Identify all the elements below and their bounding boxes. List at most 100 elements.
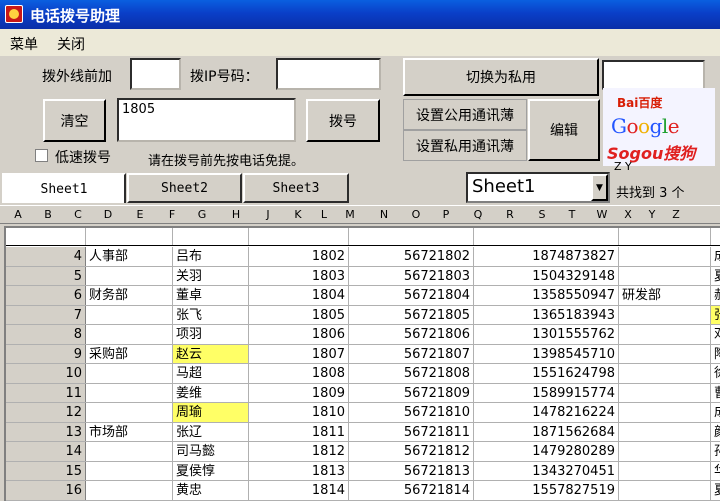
cell-name[interactable]: 项羽 [173, 325, 249, 344]
cell-ext[interactable]: 1808 [249, 364, 349, 383]
cell-mobile[interactable]: 1479280289 [474, 442, 619, 461]
number-input[interactable]: 1805 [117, 98, 296, 142]
set-private-phonebook-button[interactable]: 设置私用通讯薄 [403, 130, 527, 161]
cell-name[interactable]: 黄忠 [173, 481, 249, 500]
dial-button[interactable]: 拨号 [306, 99, 380, 142]
cell-dept2[interactable] [619, 403, 711, 422]
cell-dept2[interactable] [619, 266, 711, 285]
cell-extra[interactable]: 孙 [711, 442, 720, 461]
cell-ext[interactable]: 1807 [249, 344, 349, 363]
cell-tel[interactable]: 56721804 [349, 286, 474, 305]
cell-dept[interactable] [86, 403, 173, 422]
cell-tel[interactable]: 56721809 [349, 383, 474, 402]
switch-private-button[interactable]: 切换为私用 [403, 58, 599, 96]
ip-number-input[interactable] [276, 58, 381, 90]
cell-extra[interactable]: 夏 [711, 267, 720, 286]
cell-dept[interactable] [86, 325, 173, 344]
cell-dept[interactable] [86, 266, 173, 285]
cell-dept[interactable]: 财务部 [86, 286, 173, 305]
cell-dept[interactable] [86, 383, 173, 402]
cell-mobile[interactable]: 1398545710 [474, 344, 619, 363]
cell-ext[interactable]: 1805 [249, 305, 349, 324]
cell-mobile[interactable]: 1343270451 [474, 461, 619, 480]
cell-mobile[interactable]: 1871562684 [474, 422, 619, 441]
cell-name[interactable]: 马超 [173, 364, 249, 383]
table-row[interactable]: 16 黄忠1814567218141557827519 夏 [6, 481, 720, 501]
tab-sheet1[interactable]: Sheet1 [2, 173, 126, 203]
cell-tel[interactable]: 56721810 [349, 403, 474, 422]
contacts-grid[interactable]: 4人事部吕布1802567218021874873827成5关羽18035672… [4, 226, 720, 501]
cell-mobile[interactable]: 1504329148 [474, 266, 619, 285]
cell-ext[interactable]: 1809 [249, 383, 349, 402]
cell-tel[interactable]: 56721808 [349, 364, 474, 383]
cell-tel[interactable]: 56721813 [349, 461, 474, 480]
cell-tel[interactable]: 56721805 [349, 305, 474, 324]
tab-sheet2[interactable]: Sheet2 [127, 173, 242, 203]
cell-dept2[interactable] [619, 442, 711, 461]
cell-name[interactable]: 赵云 [173, 344, 249, 363]
cell-name[interactable]: 关羽 [173, 266, 249, 285]
clear-button[interactable]: 清空 [43, 99, 106, 142]
cell-ext[interactable]: 1813 [249, 461, 349, 480]
cell-name[interactable]: 张辽 [173, 422, 249, 441]
cell-tel[interactable]: 56721802 [349, 247, 474, 266]
cell-tel[interactable]: 56721803 [349, 266, 474, 285]
cell-mobile[interactable]: 1358550947 [474, 286, 619, 305]
dropdown-arrow-icon[interactable]: ▼ [591, 174, 608, 201]
slow-dial-checkbox[interactable] [35, 149, 48, 162]
cell-name[interactable]: 司马懿 [173, 442, 249, 461]
cell-mobile[interactable]: 1557827519 [474, 481, 619, 500]
cell-mobile[interactable]: 1301555762 [474, 325, 619, 344]
table-row[interactable]: 14 司马懿1812567218121479280289 孙 [6, 442, 720, 462]
table-row[interactable]: 8 项羽1806567218061301555762 邓 [6, 325, 720, 345]
cell-dept[interactable]: 市场部 [86, 422, 173, 441]
cell-ext[interactable]: 1814 [249, 481, 349, 500]
cell-extra[interactable]: 张 [711, 305, 720, 324]
cell-mobile[interactable]: 1874873827 [474, 247, 619, 266]
cell-extra[interactable]: 陶 [711, 345, 720, 364]
cell-dept[interactable]: 人事部 [86, 247, 173, 266]
cell-dept[interactable]: 采购部 [86, 344, 173, 363]
edit-button[interactable]: 编辑 [528, 99, 600, 161]
cell-dept[interactable] [86, 442, 173, 461]
cell-tel[interactable]: 56721812 [349, 442, 474, 461]
cell-name[interactable]: 董卓 [173, 286, 249, 305]
cell-ext[interactable]: 1810 [249, 403, 349, 422]
outside-line-input[interactable] [130, 58, 181, 90]
cell-extra[interactable]: 成 [711, 403, 720, 422]
cell-dept2[interactable] [619, 364, 711, 383]
cell-dept2[interactable] [619, 461, 711, 480]
cell-name[interactable]: 周瑜 [173, 403, 249, 422]
table-row[interactable]: 5 关羽1803567218031504329148 夏 [6, 266, 720, 286]
cell-tel[interactable]: 56721807 [349, 344, 474, 363]
cell-extra[interactable]: 郝 [711, 286, 720, 305]
cell-ext[interactable]: 1806 [249, 325, 349, 344]
cell-dept[interactable] [86, 461, 173, 480]
cell-extra[interactable]: 徐 [711, 364, 720, 383]
table-row[interactable]: 11 姜维1809567218091589915774 曹 [6, 383, 720, 403]
menu-item-main[interactable]: 菜单 [8, 34, 40, 54]
cell-dept[interactable] [86, 364, 173, 383]
cell-dept2[interactable] [619, 383, 711, 402]
cell-mobile[interactable]: 1589915774 [474, 383, 619, 402]
table-row[interactable]: 13市场部张辽1811567218111871562684 颜 [6, 422, 720, 442]
google-logo[interactable]: Google [611, 114, 680, 138]
cell-dept2[interactable]: 研发部 [619, 286, 711, 305]
cell-tel[interactable]: 56721806 [349, 325, 474, 344]
cell-ext[interactable]: 1812 [249, 442, 349, 461]
cell-extra[interactable]: 夏 [711, 481, 720, 500]
cell-dept[interactable] [86, 481, 173, 500]
sheet-select[interactable]: Sheet1 ▼ [466, 172, 610, 203]
cell-tel[interactable]: 56721814 [349, 481, 474, 500]
search-input[interactable] [602, 60, 705, 90]
cell-extra[interactable]: 曹 [711, 384, 720, 403]
table-row[interactable]: 12 周瑜1810567218101478216224 成 [6, 403, 720, 423]
cell-dept2[interactable] [619, 247, 711, 266]
cell-extra[interactable]: 华 [711, 462, 720, 481]
cell-extra[interactable]: 邓 [711, 325, 720, 344]
cell-ext[interactable]: 1802 [249, 247, 349, 266]
cell-tel[interactable]: 56721811 [349, 422, 474, 441]
cell-dept2[interactable] [619, 325, 711, 344]
cell-extra[interactable]: 成 [711, 247, 720, 266]
cell-dept[interactable] [86, 305, 173, 324]
